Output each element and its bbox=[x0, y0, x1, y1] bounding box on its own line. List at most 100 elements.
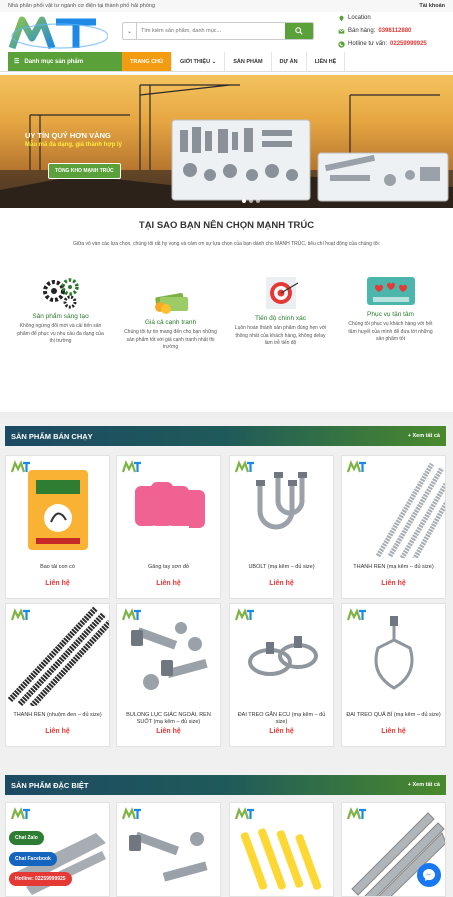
product-price: Liên hệ bbox=[269, 580, 294, 587]
product-price: Liên hệ bbox=[381, 728, 406, 735]
search-icon bbox=[295, 27, 303, 35]
feature-title: Giá cả cạnh tranh bbox=[144, 319, 197, 326]
feature-desc: Không ngừng đổi mới và cải tiến sản phẩm… bbox=[17, 323, 104, 344]
view-all-link[interactable]: + Xem tất cả bbox=[408, 782, 440, 788]
product-name[interactable]: ĐAI TREO QUẢ BÍ (mạ kẽm – đủ size) bbox=[345, 712, 442, 719]
product-card[interactable] bbox=[229, 802, 334, 897]
product-card[interactable]: UBOLT (mạ kẽm – đủ size) Liên hệ bbox=[229, 455, 334, 599]
menu-icon: ☰ bbox=[14, 59, 20, 65]
product-name[interactable]: THANH REN (mạ kẽm – đủ size) bbox=[345, 564, 442, 571]
product-image[interactable] bbox=[6, 604, 109, 706]
tagline: Nhà phân phối vật tư ngành cơ điện tại t… bbox=[8, 3, 156, 9]
sales-phone[interactable]: 0398112880 bbox=[378, 25, 411, 38]
nav-about-label: GIỚI THIỆU bbox=[180, 58, 211, 65]
chat-zalo-button[interactable]: Chat Zalo bbox=[9, 831, 44, 845]
product-image[interactable] bbox=[117, 803, 220, 896]
section-title: TẠI SAO BẠN NÊN CHỌN MẠNH TRÚC bbox=[138, 220, 315, 231]
product-name[interactable]: THANH REN (nhuộm đen – đủ size) bbox=[9, 712, 106, 719]
special-header: SẢN PHẨM ĐẶC BIỆT + Xem tất cả bbox=[5, 775, 446, 795]
product-card[interactable]: THANH REN (mạ kẽm – đủ size) Liên hệ bbox=[341, 455, 446, 599]
product-price: Liên hệ bbox=[45, 580, 70, 587]
location-icon bbox=[339, 15, 344, 22]
product-image[interactable] bbox=[230, 803, 333, 896]
chat-facebook-button[interactable]: Chat Facebook bbox=[9, 852, 57, 866]
product-card[interactable]: THANH REN (nhuộm đen – đủ size) Liên hệ bbox=[5, 603, 110, 747]
product-card[interactable]: Bao tải con cò Liên hệ bbox=[5, 455, 110, 599]
product-image[interactable] bbox=[6, 456, 109, 558]
product-card[interactable]: BULONG LỤC GIÁC NGOÀI, REN SUỐT (mạ kẽm … bbox=[116, 603, 221, 747]
product-name[interactable]: Găng tay sơn đỏ bbox=[120, 564, 217, 571]
product-name[interactable]: BULONG LỤC GIÁC NGOÀI, REN SUỐT (mạ kẽm … bbox=[120, 712, 217, 726]
product-image[interactable] bbox=[230, 604, 333, 706]
logo[interactable] bbox=[8, 14, 108, 52]
banner-cta-button[interactable]: TỔNG KHO MẠNH TRÚC bbox=[48, 163, 121, 179]
view-all-link[interactable]: + Xem tất cả bbox=[408, 433, 440, 439]
section-title: SẢN PHẨM ĐẶC BIỆT bbox=[11, 780, 89, 790]
account-link[interactable]: Tài khoản bbox=[419, 3, 445, 9]
money-icon bbox=[154, 292, 188, 314]
carousel-dot[interactable] bbox=[242, 199, 246, 203]
feature-service: Phục vụ tận tâm Chúng tôi phục vụ khách … bbox=[338, 275, 443, 344]
location-text: Location bbox=[348, 15, 371, 21]
banner-slogan: UY TÍN QUÝ HƠN VÀNG bbox=[25, 131, 111, 140]
product-name[interactable]: ĐAI TREO GẮN ECU (mạ kẽm – đủ size) bbox=[233, 712, 330, 726]
product-card[interactable] bbox=[116, 802, 221, 897]
search-bar: ⌄ bbox=[122, 22, 314, 40]
product-price: Liên hệ bbox=[156, 728, 181, 735]
nav-home[interactable]: TRANG CHỦ bbox=[122, 52, 172, 71]
product-price: Liên hệ bbox=[381, 580, 406, 587]
nav-about[interactable]: GIỚI THIỆU ⌄ bbox=[172, 52, 226, 71]
nav-projects[interactable]: DỰ ÁN bbox=[272, 52, 307, 71]
hotline-label: Hotline tư vấn: bbox=[348, 41, 388, 47]
feature-desc: Chúng tôi tự tin mang đến cho bạn những … bbox=[124, 329, 217, 350]
search-input[interactable] bbox=[137, 23, 285, 39]
search-button[interactable] bbox=[285, 23, 313, 39]
product-card[interactable]: ĐAI TREO GẮN ECU (mạ kẽm – đủ size) Liên … bbox=[229, 603, 334, 747]
category-menu-button[interactable]: ☰ Danh mục sản phẩm bbox=[8, 52, 122, 71]
messenger-icon bbox=[423, 869, 435, 881]
top-bar: Nhà phân phối vật tư ngành cơ điện tại t… bbox=[0, 0, 453, 12]
feature-desc: Chúng tôi phục vụ khách hàng với hết tâm… bbox=[348, 321, 433, 342]
feature-price: Giá cả cạnh tranh Chúng tôi tự tin mang … bbox=[118, 285, 223, 352]
chevron-down-icon[interactable]: ⌄ bbox=[123, 23, 137, 39]
product-name[interactable]: UBOLT (mạ kẽm – đủ size) bbox=[233, 564, 330, 571]
feature-desc: Luôn hoàn thành sản phẩm đúng hẹn với th… bbox=[234, 325, 327, 346]
carousel-dots bbox=[242, 199, 260, 203]
contact-info: Location Bán hàng: 0398112880 Hotline tư … bbox=[338, 12, 427, 51]
hotline-button[interactable]: Hotline: 02259999925 bbox=[9, 872, 72, 886]
phone-icon bbox=[338, 41, 345, 48]
sales-label: Bán hàng: bbox=[348, 28, 376, 34]
nav-contact[interactable]: LIÊN HỆ bbox=[307, 52, 346, 71]
target-icon bbox=[265, 277, 298, 309]
category-label: Danh mục sản phẩm bbox=[24, 58, 84, 65]
product-image[interactable] bbox=[342, 604, 445, 706]
product-card[interactable]: ĐAI TREO QUẢ BÍ (mạ kẽm – đủ size) Liên h… bbox=[341, 603, 446, 747]
product-image[interactable] bbox=[230, 456, 333, 558]
hero-banner[interactable]: UY TÍN QUÝ HƠN VÀNG Mẫu mã đa dạng, giá … bbox=[0, 75, 453, 208]
carousel-dot[interactable] bbox=[249, 199, 253, 203]
product-image[interactable] bbox=[342, 456, 445, 558]
nav-products[interactable]: SẢN PHẨM bbox=[225, 52, 272, 71]
bestseller-header: SẢN PHẨM BÁN CHẠY + Xem tất cả bbox=[5, 426, 446, 446]
feature-title: Sản phẩm sáng tạo bbox=[32, 313, 89, 320]
product-price: Liên hệ bbox=[156, 580, 181, 587]
banner-subslogan: Mẫu mã đa dạng, giá thành hợp lý bbox=[25, 142, 122, 148]
messenger-button[interactable] bbox=[417, 863, 441, 887]
product-image[interactable] bbox=[117, 456, 220, 558]
product-image[interactable] bbox=[117, 604, 220, 706]
section-title: SẢN PHẨM BÁN CHẠY bbox=[11, 431, 93, 441]
section-intro: Giữa vô vàn các lựa chọn, chúng tôi rất … bbox=[72, 241, 381, 247]
mail-icon bbox=[338, 29, 345, 34]
chevron-down-icon: ⌄ bbox=[210, 58, 217, 65]
main-nav: ☰ Danh mục sản phẩm TRANG CHỦ GIỚI THIỆU… bbox=[0, 52, 453, 72]
product-price: Liên hệ bbox=[269, 728, 294, 735]
feature-schedule: Tiến độ chính xác Luôn hoàn thành sản ph… bbox=[228, 275, 333, 348]
why-choose-section: TẠI SAO BẠN NÊN CHỌN MẠNH TRÚC Giữa vô v… bbox=[0, 220, 453, 247]
product-card[interactable]: Găng tay sơn đỏ Liên hệ bbox=[116, 455, 221, 599]
feature-title: Tiến độ chính xác bbox=[254, 315, 307, 322]
product-name[interactable]: Bao tải con cò bbox=[9, 564, 106, 571]
hearts-icon bbox=[366, 277, 415, 305]
hotline-phone[interactable]: 02259999925 bbox=[390, 38, 427, 51]
feature-title: Phục vụ tận tâm bbox=[367, 311, 414, 318]
carousel-dot[interactable] bbox=[256, 199, 260, 203]
